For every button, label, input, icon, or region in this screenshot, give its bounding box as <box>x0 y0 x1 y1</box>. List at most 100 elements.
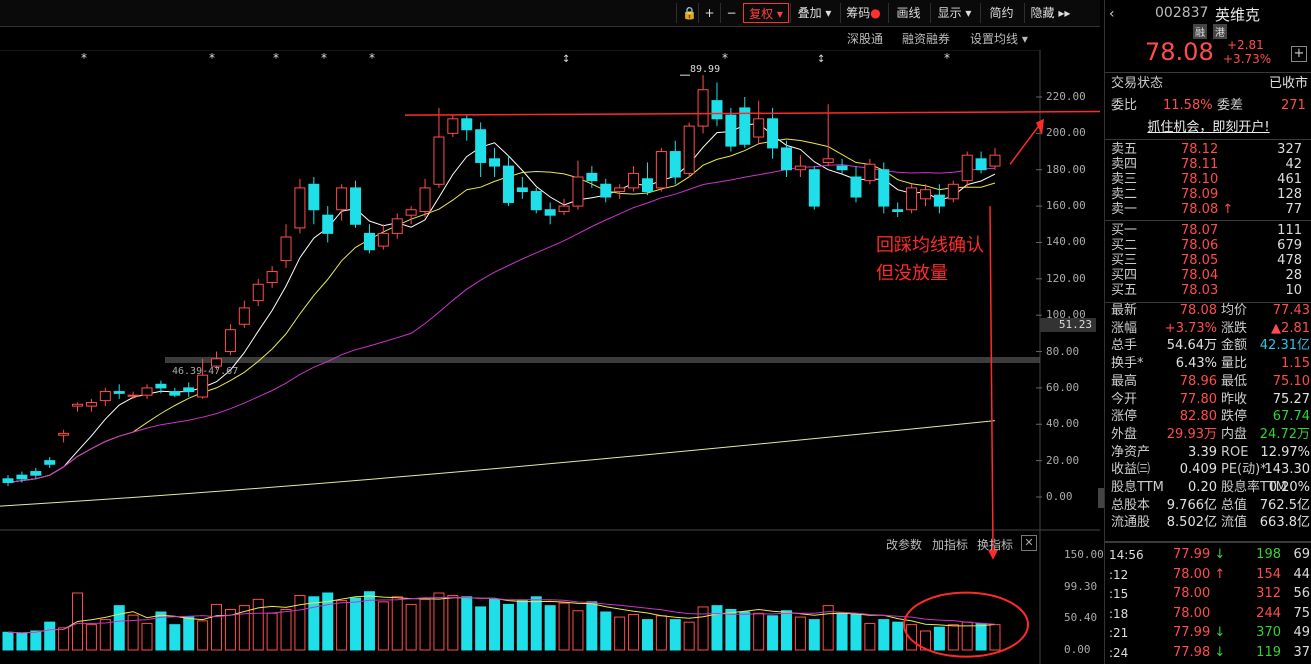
candle-up <box>822 158 834 163</box>
volume-bar-up <box>141 622 153 651</box>
stat-label: 最高 <box>1111 373 1138 389</box>
stat-label: 流值 <box>1221 515 1248 531</box>
y-tick-label: 40.00 <box>1046 417 1080 431</box>
draw-line-button[interactable]: 画线 <box>888 3 928 23</box>
order-volume: 461 <box>1277 172 1302 187</box>
candle-down <box>350 187 362 225</box>
stat-value: 24.72万 <box>1259 426 1310 442</box>
candle-down <box>600 183 612 198</box>
candle-down <box>544 209 556 216</box>
hide-label: 隐藏 <box>1030 6 1055 20</box>
low-range-label: 46.39-47.67 <box>172 366 239 377</box>
stat-value: ▲2.81 <box>1271 320 1310 336</box>
stat-value: 6.43% <box>1175 356 1217 372</box>
candle-up <box>197 374 209 398</box>
volume-bar-up <box>405 603 417 651</box>
order-price: 78.11 <box>1181 157 1219 172</box>
volume-bar-up <box>294 595 306 651</box>
candle-down <box>711 100 723 120</box>
volume-bar-down <box>30 630 42 651</box>
candle-down <box>30 471 42 476</box>
volume-bar-down <box>641 619 653 651</box>
candle-down <box>725 114 737 147</box>
candle-up <box>280 236 292 262</box>
current-value-tag: 51.23 <box>1040 318 1096 332</box>
volume-bar-up <box>655 615 667 651</box>
volume-bar-down <box>183 616 195 651</box>
simple-button[interactable]: 简约 <box>980 3 1022 23</box>
prev-stock-icon[interactable]: ‹ <box>1109 6 1115 22</box>
stat-label: 今开 <box>1111 391 1138 407</box>
candle-up <box>224 329 236 353</box>
volume-bar-up <box>794 616 806 651</box>
add-indicator-link[interactable]: 加指标 <box>932 536 968 553</box>
chips-button[interactable]: 筹码● <box>840 3 886 23</box>
hide-button[interactable]: 隐藏 ▸▸ <box>1024 3 1076 23</box>
volume-bar-down <box>892 621 904 651</box>
stat-label: ROE <box>1221 444 1249 460</box>
zoom-out-icon[interactable]: − <box>720 3 742 23</box>
divider <box>1105 220 1311 221</box>
volume-bar-up <box>433 592 445 651</box>
y-tick-label: 80.00 <box>1046 344 1080 358</box>
candle-down <box>586 172 598 182</box>
stat-row: 涨停 82.80 跌停 67.74 <box>1105 408 1311 425</box>
stat-row: 涨幅 +3.73% 涨跌 ▲2.81 <box>1105 320 1311 337</box>
volume-bar-down <box>2 631 14 651</box>
tick-count: 44 <box>1293 566 1310 582</box>
order-label: 卖五 <box>1111 142 1138 157</box>
stat-row: 股息TTM 0.20 股息率TTM 0.20% <box>1105 479 1311 496</box>
switch-indicator-link[interactable]: 换指标 <box>977 536 1013 553</box>
volume-bar-down <box>475 606 487 651</box>
add-watchlist-icon[interactable]: + <box>1291 46 1307 62</box>
tick-price: 77.98 ↓ <box>1173 644 1226 660</box>
stat-row: 收益㈢ 0.409 PE(动)* 143.30 <box>1105 461 1311 478</box>
candle-down <box>155 383 167 389</box>
kline-chart[interactable]: * * * * * * * ↕ ↕ <box>0 50 1100 664</box>
display-button[interactable]: 显示 ▾ <box>930 3 978 23</box>
lock-icon[interactable]: 🔒 <box>676 3 698 23</box>
order-label: 买三 <box>1111 253 1138 268</box>
candle-down <box>892 209 904 213</box>
overlay-button[interactable]: 叠加 ▾ <box>790 3 838 23</box>
volume-bar-up <box>252 598 264 651</box>
stat-row: 外盘 29.93万 内盘 24.72万 <box>1105 426 1311 443</box>
set-ma-link[interactable]: 设置均线 ▾ <box>970 30 1028 47</box>
down-arrow-icon: ↓ <box>1210 644 1226 660</box>
candle-down <box>933 194 945 207</box>
zoom-in-icon[interactable]: + <box>698 3 720 23</box>
close-icon[interactable]: ✕ <box>1021 535 1037 551</box>
tick-time: :15 <box>1109 587 1129 601</box>
event-marker: * <box>944 51 950 65</box>
candle-up <box>628 172 640 189</box>
edit-params-link[interactable]: 改参数 <box>886 536 922 553</box>
stat-value: 67.74 <box>1272 409 1310 425</box>
order-row-sell: 卖五 78.12 327 <box>1105 142 1311 158</box>
promo-link[interactable]: 抓住机会，即刻开户! <box>1105 119 1311 137</box>
order-volume: 42 <box>1285 157 1302 172</box>
stat-value: 77.43 <box>1272 303 1310 318</box>
volume-bar-down <box>461 596 473 651</box>
stat-label: 昨收 <box>1221 391 1248 407</box>
tick-row: :18 78.00 244 75 <box>1105 605 1311 623</box>
overlay-label: 叠加 <box>797 6 822 20</box>
candle-down <box>475 129 487 163</box>
stat-row: 总手 54.64万 金额 42.31亿 <box>1105 337 1311 354</box>
stat-label: 净资产 <box>1111 444 1151 460</box>
hk-connect-link[interactable]: 深股通 <box>847 30 883 47</box>
candle-up <box>238 307 250 325</box>
candles <box>2 75 1001 487</box>
volume-bar-down <box>739 611 751 651</box>
chart-annotations: * * * * * * * ↕ ↕ <box>81 51 1100 658</box>
order-label: 买一 <box>1111 223 1138 238</box>
y-tick-label: 220.00 <box>1046 90 1086 103</box>
order-volume: 77 <box>1285 202 1302 217</box>
fuquan-button[interactable]: 复权 ▾ <box>743 3 789 23</box>
stat-label: 跌停 <box>1221 409 1248 425</box>
stat-label: 金额 <box>1221 338 1248 354</box>
candle-up <box>989 154 1001 167</box>
candle-down <box>322 214 334 234</box>
stat-row: 最高 78.96 最低 75.10 <box>1105 373 1311 390</box>
volume-bar-down <box>516 600 528 651</box>
margin-trading-link[interactable]: 融资融券 <box>902 30 950 47</box>
